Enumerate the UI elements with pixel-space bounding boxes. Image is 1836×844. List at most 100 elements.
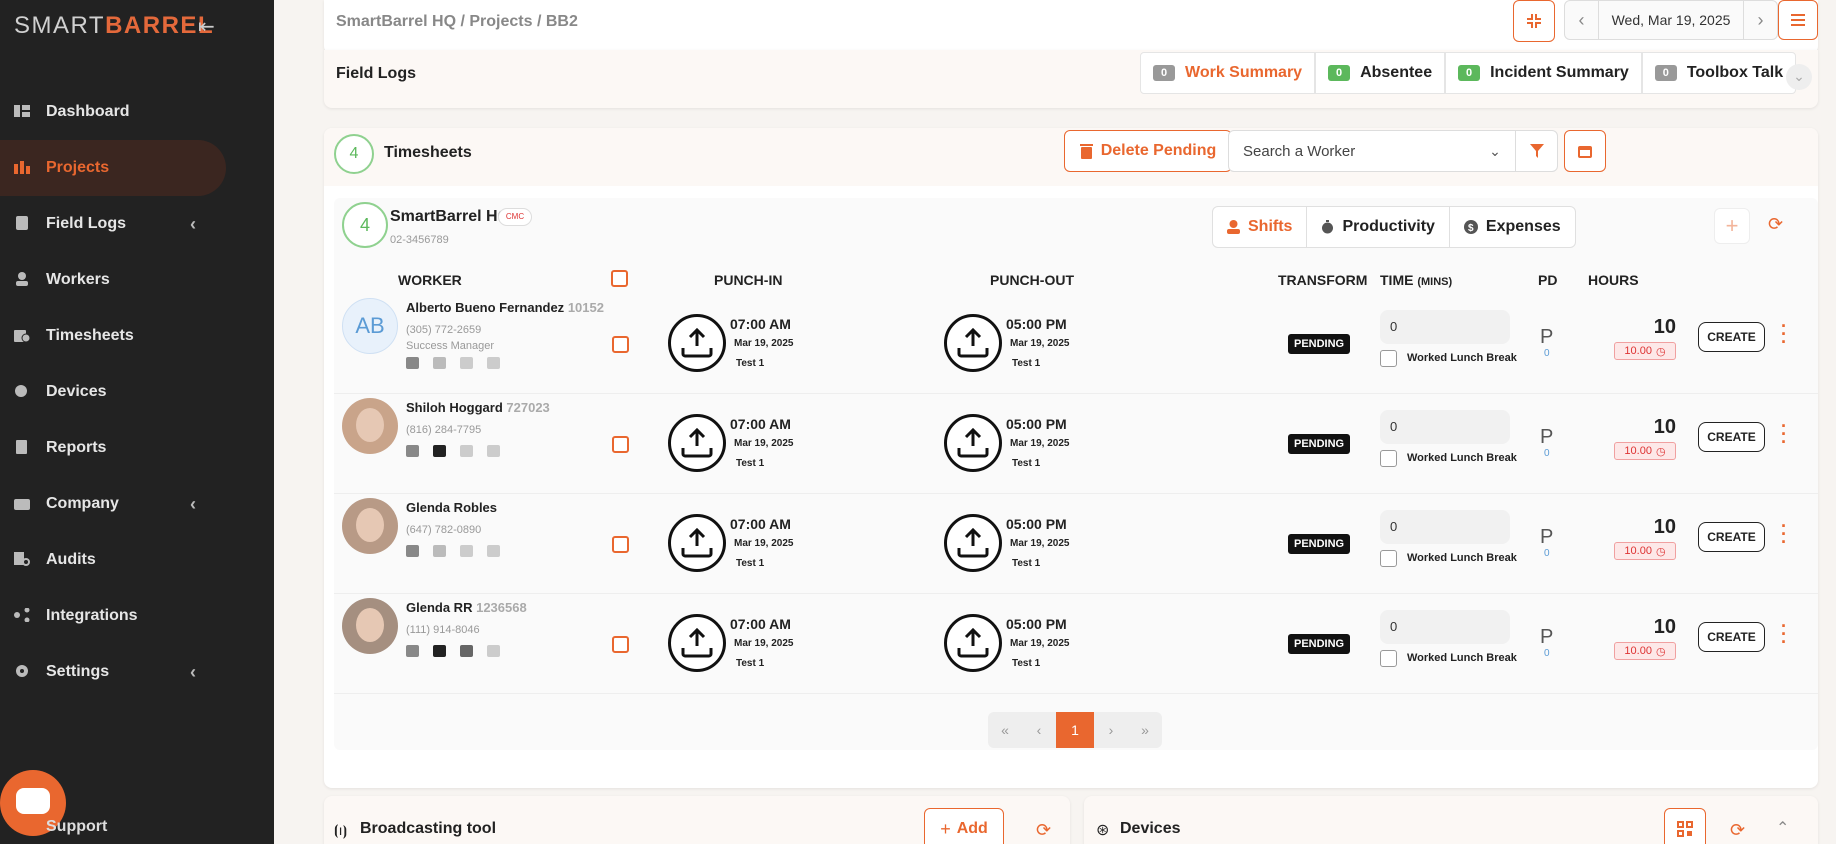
- page-first[interactable]: «: [988, 712, 1022, 748]
- page-last[interactable]: »: [1128, 712, 1162, 748]
- punch-in-upload-button[interactable]: [668, 414, 726, 472]
- filter-button[interactable]: [1515, 131, 1557, 171]
- chevron-left-icon[interactable]: ‹: [1565, 0, 1599, 40]
- chip-work-summary[interactable]: 0 Work Summary: [1140, 52, 1316, 94]
- punch-in-upload-button[interactable]: [668, 314, 726, 372]
- chevron-down-icon[interactable]: ⌄: [1786, 64, 1812, 90]
- logo-a: A: [123, 12, 143, 39]
- worker-name[interactable]: Alberto Bueno Fernandez: [406, 300, 564, 315]
- add-shift-button[interactable]: +: [1714, 208, 1750, 244]
- lunch-break-checkbox[interactable]: [1380, 550, 1397, 567]
- chevron-left-icon[interactable]: ‹: [190, 214, 196, 235]
- more-options-icon[interactable]: · · ·: [1780, 417, 1788, 451]
- chevron-right-icon[interactable]: ›: [1743, 0, 1777, 40]
- breadcrumb[interactable]: SmartBarrel HQ / Projects / BB2: [336, 13, 578, 31]
- punch-in-upload-button[interactable]: [668, 614, 726, 672]
- select-all-checkbox[interactable]: [611, 270, 628, 287]
- create-button[interactable]: CREATE: [1698, 622, 1765, 652]
- more-options-icon[interactable]: · · ·: [1780, 517, 1788, 551]
- punch-out-upload-button[interactable]: [944, 414, 1002, 472]
- row-checkbox[interactable]: [612, 536, 629, 553]
- punch-out-upload-button[interactable]: [944, 614, 1002, 672]
- refresh-icon[interactable]: ⟳: [1036, 820, 1051, 841]
- sidebar-item-audits[interactable]: Audits: [0, 532, 274, 588]
- timesheet-icon: [14, 328, 31, 343]
- add-broadcast-button[interactable]: + Add: [924, 808, 1004, 844]
- sidebar-item-devices[interactable]: Devices: [0, 364, 274, 420]
- punch-out-note: Test 1: [1012, 358, 1041, 369]
- row-checkbox[interactable]: [612, 436, 629, 453]
- tab-expenses[interactable]: $ Expenses: [1450, 207, 1575, 247]
- page-prev[interactable]: ‹: [1022, 712, 1056, 748]
- sidebar-item-field-logs[interactable]: Field Logs ‹: [0, 196, 274, 252]
- compress-icon: [1527, 14, 1541, 28]
- map-icon: [460, 544, 487, 562]
- punch-in-time: 07:00 AM: [730, 616, 791, 632]
- pd-value[interactable]: P: [1540, 526, 1553, 549]
- tab-productivity[interactable]: Productivity: [1307, 207, 1450, 247]
- worker-name[interactable]: Glenda Robles: [406, 500, 497, 515]
- worker-name[interactable]: Glenda RR: [406, 600, 472, 615]
- pd-sub: 0: [1544, 348, 1550, 359]
- pd-value[interactable]: P: [1540, 326, 1553, 349]
- refresh-icon[interactable]: ⟳: [1768, 214, 1783, 235]
- punch-in-time: 07:00 AM: [730, 316, 791, 332]
- compress-button[interactable]: [1513, 0, 1555, 42]
- delete-pending-button[interactable]: Delete Pending: [1064, 130, 1232, 172]
- collapse-sidebar-icon[interactable]: ⇤: [198, 14, 215, 39]
- page-next[interactable]: ›: [1094, 712, 1128, 748]
- sidebar-item-label: Timesheets: [46, 327, 134, 344]
- sidebar-item-projects[interactable]: Projects: [0, 140, 226, 196]
- more-options-icon[interactable]: · · ·: [1780, 617, 1788, 651]
- sidebar-item-workers[interactable]: Workers: [0, 252, 274, 308]
- time-mins-input[interactable]: 0: [1380, 310, 1510, 344]
- worker-phone: (647) 782-0890: [406, 524, 482, 536]
- worker-icons: [406, 356, 514, 374]
- sidebar-item-company[interactable]: Company ‹: [0, 476, 274, 532]
- punch-in-note: Test 1: [736, 358, 765, 369]
- lunch-break-checkbox[interactable]: [1380, 350, 1397, 367]
- qr-code-button[interactable]: [1664, 808, 1706, 844]
- refresh-icon[interactable]: ⟳: [1730, 820, 1745, 841]
- logo[interactable]: SMARTBARREL: [14, 12, 214, 40]
- chevron-left-icon[interactable]: ‹: [190, 494, 196, 515]
- sidebar-item-timesheets[interactable]: Timesheets: [0, 308, 274, 364]
- stopwatch-icon: [1322, 220, 1334, 234]
- chevron-up-icon[interactable]: ⌃: [1776, 818, 1789, 838]
- sidebar-item-integrations[interactable]: Integrations: [0, 588, 274, 644]
- tab-shifts[interactable]: Shifts: [1213, 207, 1308, 247]
- sidebar-item-settings[interactable]: Settings ‹: [0, 644, 274, 700]
- sidebar-item-reports[interactable]: Reports: [0, 420, 274, 476]
- chip-incident-summary[interactable]: 0 Incident Summary: [1445, 52, 1642, 94]
- aperture-icon: ⊛: [1096, 822, 1110, 839]
- punch-out-upload-button[interactable]: [944, 514, 1002, 572]
- row-checkbox[interactable]: [612, 336, 629, 353]
- search-placeholder: Search a Worker: [1243, 142, 1356, 160]
- menu-button[interactable]: [1778, 0, 1818, 40]
- support-link[interactable]: Support: [46, 818, 107, 836]
- more-options-icon[interactable]: · · ·: [1780, 317, 1788, 351]
- create-button[interactable]: CREATE: [1698, 322, 1765, 352]
- pd-value[interactable]: P: [1540, 426, 1553, 449]
- row-checkbox[interactable]: [612, 636, 629, 653]
- lunch-break-checkbox[interactable]: [1380, 650, 1397, 667]
- create-button[interactable]: CREATE: [1698, 522, 1765, 552]
- pd-value[interactable]: P: [1540, 626, 1553, 649]
- chip-absentee[interactable]: 0 Absentee: [1315, 52, 1446, 94]
- create-button[interactable]: CREATE: [1698, 422, 1765, 452]
- time-mins-input[interactable]: 0: [1380, 410, 1510, 444]
- lunch-break-checkbox[interactable]: [1380, 450, 1397, 467]
- worker-name[interactable]: Shiloh Hoggard: [406, 400, 503, 415]
- calendar-button[interactable]: [1564, 130, 1606, 172]
- status-badge: PENDING: [1288, 634, 1351, 654]
- chip-toolbox-talk[interactable]: 0 Toolbox Talk: [1641, 52, 1797, 94]
- time-mins-input[interactable]: 0: [1380, 510, 1510, 544]
- worker-search-select[interactable]: Search a Worker ⌄: [1228, 130, 1558, 172]
- punch-in-upload-button[interactable]: [668, 514, 726, 572]
- punch-out-upload-button[interactable]: [944, 314, 1002, 372]
- chevron-left-icon[interactable]: ‹: [190, 662, 196, 683]
- sidebar-item-dashboard[interactable]: Dashboard: [0, 84, 274, 140]
- page-current[interactable]: 1: [1056, 712, 1094, 748]
- time-mins-input[interactable]: 0: [1380, 610, 1510, 644]
- date-picker[interactable]: ‹ Wed, Mar 19, 2025 ›: [1564, 0, 1778, 40]
